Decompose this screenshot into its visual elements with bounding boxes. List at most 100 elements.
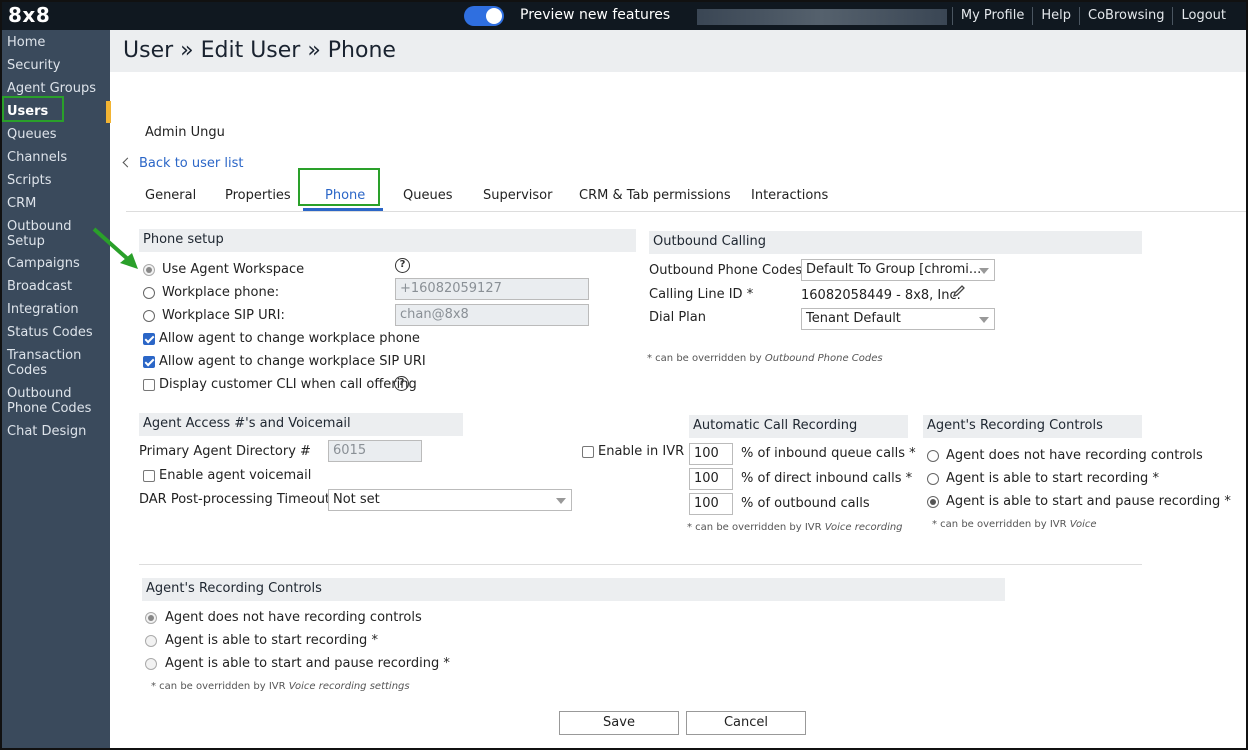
sidebar-item-agent-groups[interactable]: Agent Groups [7, 81, 105, 96]
cobrowsing-link[interactable]: CoBrowsing [1079, 7, 1172, 25]
display-cli-checkbox[interactable] [143, 379, 155, 391]
tab-supervisor[interactable]: Supervisor [483, 188, 552, 203]
use-agent-workspace-label: Use Agent Workspace [162, 262, 305, 277]
sidebar-item-queues[interactable]: Queues [7, 127, 105, 142]
outbound-percent-input[interactable]: 100 [689, 493, 733, 515]
use-agent-workspace-radio[interactable] [143, 264, 155, 276]
enable-ivr-label: Enable in IVR [598, 444, 685, 459]
sidebar-item-outbound-setup[interactable]: Outbound Setup [7, 219, 77, 249]
page-title: User » Edit User » Phone [123, 38, 396, 63]
sidebar-item-transaction-codes[interactable]: Transaction Codes [7, 348, 87, 378]
chevron-down-icon [979, 317, 989, 323]
allow-change-sip-label: Allow agent to change workplace SIP URI [159, 354, 426, 369]
primary-directory-input[interactable]: 6015 [328, 440, 422, 462]
recording-controls-bottom-header: Agent's Recording Controls [142, 578, 1005, 601]
chevron-down-icon [556, 498, 566, 504]
bottom-start-pause-radio[interactable] [145, 658, 157, 670]
right-start-recording-radio[interactable] [927, 473, 939, 485]
toggle-knob [486, 8, 502, 24]
dial-plan-select[interactable]: Tenant Default [801, 308, 995, 330]
outbound-phone-codes-select[interactable]: Default To Group [chromi... [801, 259, 995, 281]
workplace-sip-uri-radio[interactable] [143, 310, 155, 322]
workplace-sip-uri-label: Workplace SIP URI: [162, 308, 285, 323]
help-link[interactable]: Help [1032, 7, 1079, 25]
top-bar: 8x8 Preview new features My Profile Help… [2, 2, 1246, 30]
tab-general[interactable]: General [145, 188, 196, 203]
top-nav: My Profile Help CoBrowsing Logout [951, 2, 1234, 30]
help-icon[interactable]: ? [395, 258, 410, 273]
inbound-queue-percent-label: % of inbound queue calls * [741, 446, 916, 461]
enable-voicemail-checkbox[interactable] [143, 470, 155, 482]
right-start-pause-label: Agent is able to start and pause recordi… [946, 494, 1231, 509]
arrow-indicator-icon [92, 227, 138, 269]
active-marker [106, 101, 111, 123]
dial-plan-value: Tenant Default [806, 311, 901, 326]
my-profile-link[interactable]: My Profile [951, 7, 1032, 25]
sidebar-item-security[interactable]: Security [7, 58, 105, 73]
recording-controls-right-header: Agent's Recording Controls [923, 415, 1142, 438]
outbound-note: * can be overridden by Outbound Phone Co… [647, 353, 883, 364]
direct-inbound-percent-input[interactable]: 100 [689, 468, 733, 490]
save-button[interactable]: Save [559, 711, 679, 735]
outbound-phone-codes-value: Default To Group [chromi... [806, 262, 982, 277]
auto-recording-note: * can be overridden by IVR Voice recordi… [687, 522, 903, 533]
bottom-start-recording-label: Agent is able to start recording * [165, 633, 378, 648]
tab-queues[interactable]: Queues [403, 188, 452, 203]
tab-properties[interactable]: Properties [225, 188, 291, 203]
enable-ivr-checkbox[interactable] [582, 446, 594, 458]
tab-interactions[interactable]: Interactions [751, 188, 828, 203]
sidebar-item-broadcast[interactable]: Broadcast [7, 279, 105, 294]
recording-controls-bottom-note: * can be overridden by IVR Voice recordi… [151, 681, 410, 692]
tabs-divider [126, 211, 1246, 212]
bottom-start-recording-radio[interactable] [145, 635, 157, 647]
allow-change-phone-label: Allow agent to change workplace phone [159, 331, 420, 346]
sidebar-item-channels[interactable]: Channels [7, 150, 105, 165]
sidebar-item-scripts[interactable]: Scripts [7, 173, 105, 188]
logout-link[interactable]: Logout [1172, 7, 1234, 25]
tab-crm-permissions[interactable]: CRM & Tab permissions [579, 188, 731, 203]
sidebar-item-home[interactable]: Home [7, 35, 105, 50]
outbound-percent-label: % of outbound calls [741, 496, 870, 511]
section-divider [139, 564, 1142, 565]
workplace-phone-input[interactable]: +16082059127 [395, 278, 589, 300]
bottom-no-controls-radio[interactable] [145, 612, 157, 624]
right-start-recording-label: Agent is able to start recording * [946, 471, 1159, 486]
allow-change-sip-checkbox[interactable] [143, 356, 155, 368]
cancel-button[interactable]: Cancel [686, 711, 806, 735]
redacted-user-info [697, 9, 947, 25]
bottom-start-pause-label: Agent is able to start and pause recordi… [165, 656, 450, 671]
sidebar-item-outbound-phone-codes[interactable]: Outbound Phone Codes [7, 386, 97, 416]
dar-timeout-value: Not set [333, 492, 380, 507]
recording-controls-right-note: * can be overridden by IVR Voice [932, 519, 1097, 530]
sidebar-item-status-codes[interactable]: Status Codes [7, 325, 105, 340]
right-no-controls-label: Agent does not have recording controls [946, 448, 1203, 463]
preview-features-label: Preview new features [520, 7, 671, 23]
primary-directory-label: Primary Agent Directory # [139, 444, 311, 459]
back-link[interactable]: Back to user list [122, 156, 244, 171]
workplace-sip-uri-input[interactable]: chan@8x8 [395, 304, 589, 326]
workplace-phone-label: Workplace phone: [162, 285, 280, 300]
workplace-phone-radio[interactable] [143, 287, 155, 299]
phone-tab-highlight-box [298, 168, 380, 206]
bottom-no-controls-label: Agent does not have recording controls [165, 610, 422, 625]
dar-timeout-select[interactable]: Not set [328, 489, 572, 511]
inbound-queue-percent-input[interactable]: 100 [689, 443, 733, 465]
calling-line-id-link[interactable]: 16082058449 - 8x8, Inc. [801, 288, 961, 303]
agent-access-header: Agent Access #'s and Voicemail [139, 413, 463, 436]
sidebar-item-crm[interactable]: CRM [7, 196, 105, 211]
display-cli-label: Display customer CLI when call offering [159, 377, 417, 392]
sidebar-item-chat-design[interactable]: Chat Design [7, 424, 105, 439]
allow-change-phone-checkbox[interactable] [143, 333, 155, 345]
back-link-label: Back to user list [139, 156, 244, 171]
phone-setup-header: Phone setup [139, 229, 636, 252]
right-no-controls-radio[interactable] [927, 450, 939, 462]
sidebar-item-integration[interactable]: Integration [7, 302, 105, 317]
help-icon[interactable]: ? [394, 376, 409, 391]
preview-features-toggle[interactable] [464, 6, 504, 26]
title-bar: User » Edit User » Phone [110, 30, 1246, 72]
outbound-calling-header: Outbound Calling [649, 231, 1142, 254]
app-window: 8x8 Preview new features My Profile Help… [0, 0, 1248, 750]
pencil-icon[interactable] [952, 284, 966, 298]
right-start-pause-radio[interactable] [927, 496, 939, 508]
dial-plan-label: Dial Plan [649, 310, 706, 325]
